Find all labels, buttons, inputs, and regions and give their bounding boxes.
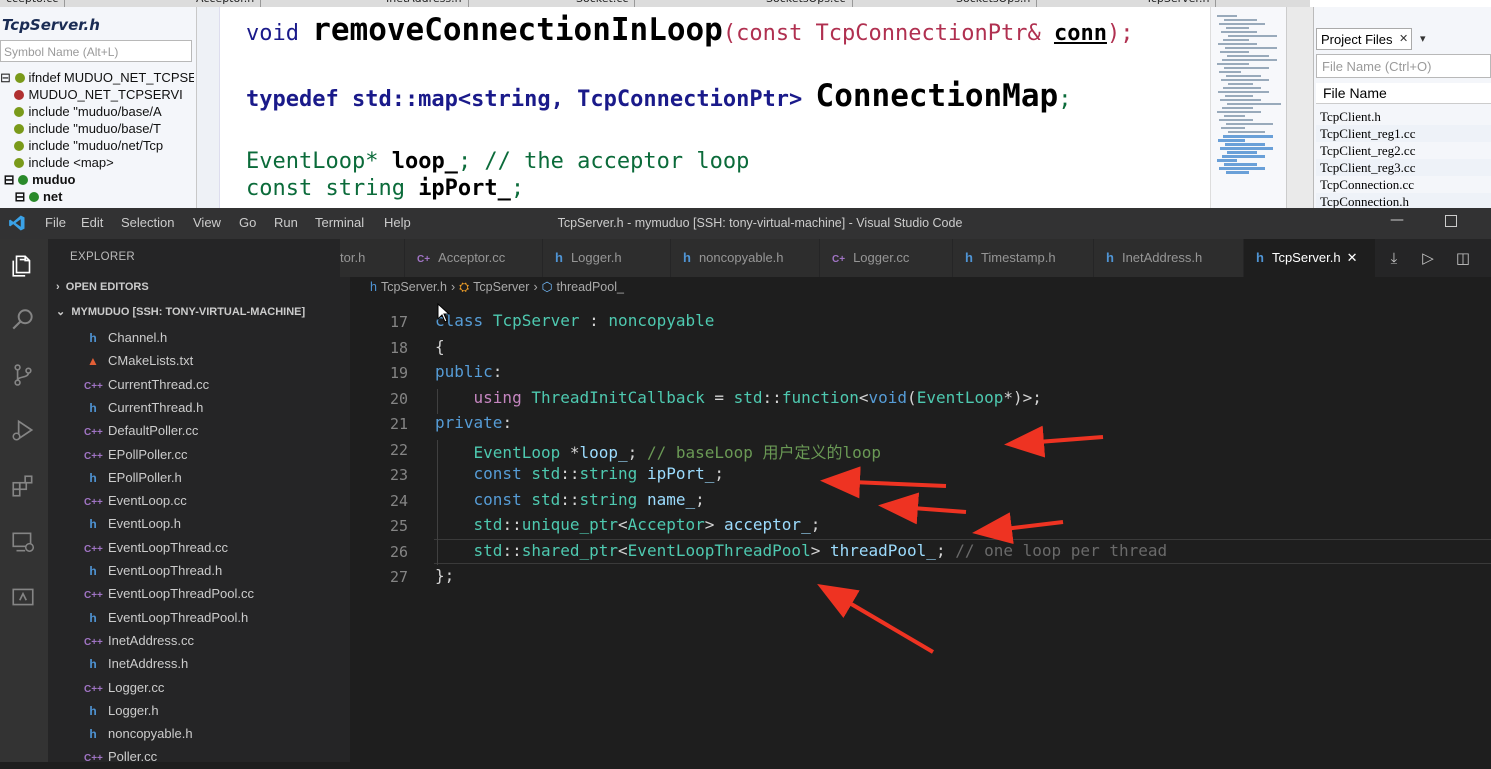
arrow-threadpool (817, 583, 935, 654)
arrow-name (878, 492, 967, 525)
arrow-loop (1004, 425, 1104, 458)
arrow-acceptor (972, 512, 1064, 545)
arrow-ipport (820, 466, 947, 499)
annotation-arrows (817, 425, 1104, 654)
